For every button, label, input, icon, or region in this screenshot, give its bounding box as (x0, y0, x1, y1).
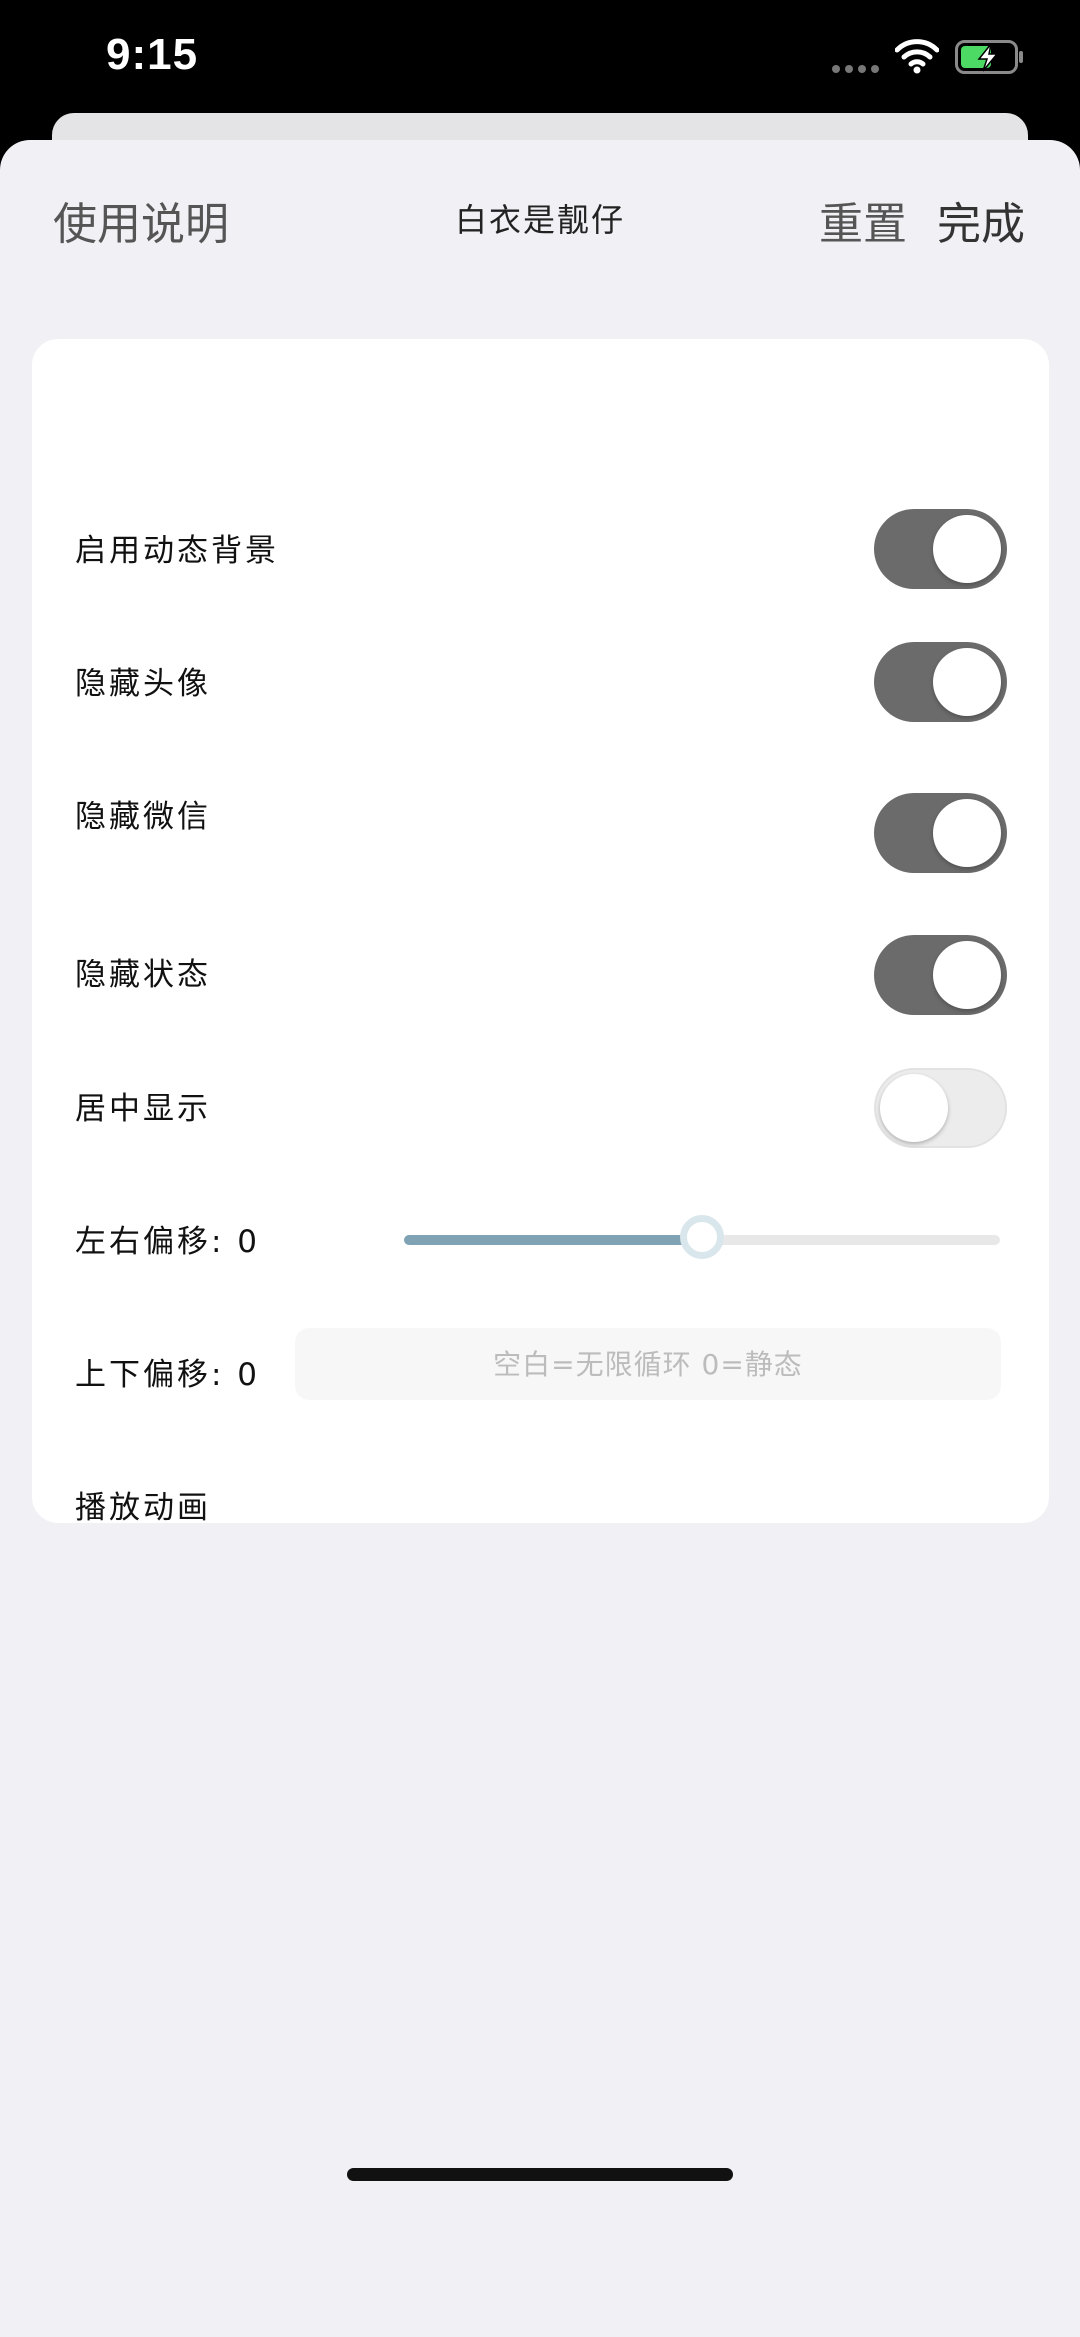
slider-thumb[interactable] (680, 1215, 724, 1259)
page-title: 白衣是靓仔 (454, 201, 625, 239)
horizontal-offset-label: 左右偏移: 0 (75, 1224, 261, 1260)
toggle-knob (933, 648, 1001, 716)
status-bar: 9:15 (0, 0, 1080, 115)
toggle-knob (933, 941, 1001, 1009)
dynamic-background-toggle[interactable] (874, 509, 1007, 589)
hide-wechat-label: 隐藏微信 (75, 799, 211, 835)
center-display-label: 居中显示 (75, 1091, 211, 1127)
hide-avatar-label: 隐藏头像 (75, 666, 211, 702)
center-display-toggle[interactable] (874, 1068, 1007, 1148)
slider-fill (404, 1235, 702, 1245)
hide-status-toggle[interactable] (874, 935, 1007, 1015)
done-button[interactable]: 完成 (937, 188, 1025, 252)
reset-button[interactable]: 重置 (819, 188, 907, 252)
home-indicator (347, 2168, 733, 2181)
battery-charging-icon (955, 40, 1023, 74)
toggle-knob (880, 1074, 948, 1142)
play-animation-label: 播放动画 (75, 1490, 211, 1526)
hide-wechat-toggle[interactable] (874, 793, 1007, 873)
status-time: 9:15 (106, 30, 199, 79)
settings-sheet: 使用说明 白衣是靓仔 重置 完成 启用动态背景 隐藏头像 隐藏微信 隐藏状态 居… (0, 140, 1080, 2337)
play-animation-input[interactable] (295, 1328, 1001, 1400)
toggle-knob (933, 515, 1001, 583)
dynamic-background-label: 启用动态背景 (75, 533, 279, 569)
wifi-icon (895, 39, 939, 74)
toggle-knob (933, 799, 1001, 867)
settings-card: 启用动态背景 隐藏头像 隐藏微信 隐藏状态 居中显示 左右偏移: 0 上下偏移:… (32, 339, 1049, 1526)
vertical-offset-label: 上下偏移: 0 (75, 1357, 261, 1393)
signal-dots-icon (832, 65, 879, 73)
hide-avatar-toggle[interactable] (874, 642, 1007, 722)
hide-status-label: 隐藏状态 (75, 957, 211, 993)
horizontal-offset-slider[interactable] (404, 1215, 1000, 1259)
